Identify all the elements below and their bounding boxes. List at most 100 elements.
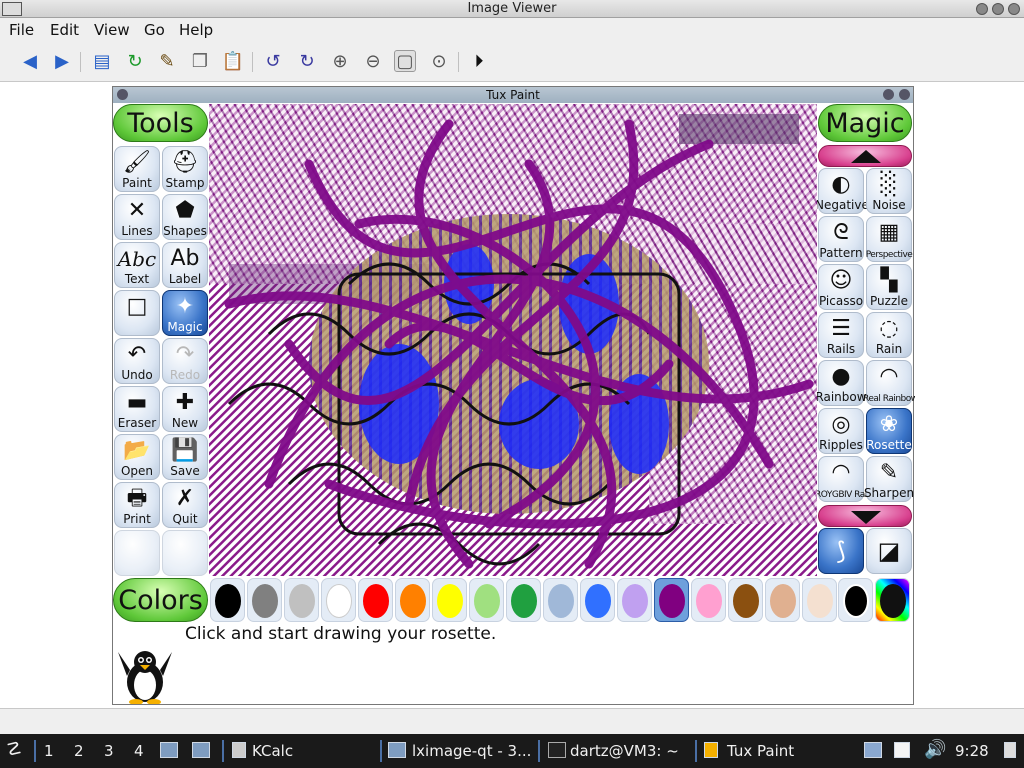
- color-swatch[interactable]: [469, 578, 504, 622]
- maximize-button[interactable]: [992, 3, 1004, 15]
- edit-icon[interactable]: ✎: [156, 50, 178, 72]
- color-swatch[interactable]: [210, 578, 245, 622]
- tool-lines-button[interactable]: ✕ Lines: [114, 194, 160, 240]
- color-dot: [696, 584, 722, 618]
- rainbow-color-dot: [880, 584, 906, 618]
- tool-save-button[interactable]: 💾 Save: [162, 434, 208, 480]
- magic-mode-paint-button[interactable]: ⟆: [818, 528, 864, 574]
- color-swatch[interactable]: [432, 578, 467, 622]
- magic-real-rainbow-button[interactable]: ◠ Real Rainbow: [863, 360, 915, 406]
- network-icon[interactable]: [864, 742, 882, 758]
- menu-file[interactable]: File: [9, 21, 34, 39]
- start-menu-icon[interactable]: ☡: [6, 739, 22, 760]
- color-swatch[interactable]: [543, 578, 578, 622]
- magic-ripples-button[interactable]: ◎ Ripples: [818, 408, 864, 454]
- magic-scroll-down-button[interactable]: [818, 505, 912, 527]
- rotate-ccw-icon[interactable]: ↺: [262, 50, 284, 72]
- zoom-in-icon[interactable]: ⊕: [329, 50, 351, 72]
- task-kcalc[interactable]: KCalc: [252, 742, 293, 760]
- original-size-icon[interactable]: ▢: [394, 50, 416, 72]
- color-swatch[interactable]: [691, 578, 726, 622]
- forward-arrow-icon[interactable]: ▶: [51, 50, 73, 72]
- rotate-cw-icon[interactable]: ↻: [296, 50, 318, 72]
- tool-open-button[interactable]: 📂 Open: [114, 434, 160, 480]
- color-picker-button[interactable]: [838, 578, 873, 622]
- tool-fill-button[interactable]: □: [114, 290, 160, 336]
- zoom-out-icon[interactable]: ⊖: [362, 50, 384, 72]
- tool-magic-button[interactable]: ✦ Magic: [162, 290, 208, 336]
- color-swatch[interactable]: [247, 578, 282, 622]
- color-swatch[interactable]: [617, 578, 652, 622]
- desktop-1[interactable]: 1: [44, 742, 54, 760]
- drawing-canvas[interactable]: [209, 104, 817, 576]
- color-swatch[interactable]: [506, 578, 541, 622]
- reload-icon[interactable]: ↻: [124, 50, 146, 72]
- tool-quit-button[interactable]: ✗ Quit: [162, 482, 208, 528]
- task-tuxpaint[interactable]: Tux Paint: [727, 742, 794, 760]
- tool-text-button[interactable]: Abc Text: [114, 242, 160, 288]
- magic-scroll-up-button[interactable]: [818, 145, 912, 167]
- open-icon[interactable]: ▤: [91, 50, 113, 72]
- menu-edit[interactable]: Edit: [50, 21, 79, 39]
- tool-print-button[interactable]: 🖶 Print: [114, 482, 160, 528]
- menu-go[interactable]: Go: [144, 21, 165, 39]
- magic-mode-fullscreen-button[interactable]: ◪: [866, 528, 912, 574]
- toolbar-separator: [80, 52, 81, 72]
- tool-stamp-button[interactable]: ⛑ Stamp: [162, 146, 208, 192]
- tool-label: Label: [168, 272, 202, 286]
- picasso-icon: ☺: [829, 268, 853, 293]
- show-desktop-icon[interactable]: [1004, 742, 1016, 758]
- magic-negative-button[interactable]: ◐ Negative: [815, 168, 867, 214]
- zoom-fit-icon[interactable]: ⊙: [428, 50, 450, 72]
- color-swatch[interactable]: [728, 578, 763, 622]
- clock[interactable]: 9:28: [955, 742, 989, 760]
- tool-new-button[interactable]: ✚ New: [162, 386, 208, 432]
- color-swatch[interactable]: [802, 578, 837, 622]
- magic-roygbiv-rainbow-button[interactable]: ◠ ROYGBIV Rainbow: [815, 456, 867, 502]
- clipboard-icon[interactable]: [894, 742, 910, 758]
- color-swatch[interactable]: [654, 578, 689, 622]
- desktop-3[interactable]: 3: [104, 742, 114, 760]
- tool-label-button[interactable]: Ab Label: [162, 242, 208, 288]
- slideshow-icon[interactable]: ⏵: [468, 50, 490, 72]
- color-swatch[interactable]: [395, 578, 430, 622]
- desktop-4[interactable]: 4: [134, 742, 144, 760]
- color-swatch[interactable]: [765, 578, 800, 622]
- color-swatch[interactable]: [580, 578, 615, 622]
- magic-perspective-button[interactable]: ▦ Perspective: [866, 216, 913, 262]
- magic-icon: ✦: [175, 294, 195, 319]
- magic-sharpen-button[interactable]: ✎ Sharpen: [864, 456, 914, 502]
- copy-icon[interactable]: ❐: [189, 50, 211, 72]
- magic-noise-button[interactable]: ░ Noise: [866, 168, 912, 214]
- color-swatch[interactable]: [358, 578, 393, 622]
- magic-rain-button[interactable]: ◌ Rain: [866, 312, 912, 358]
- print-icon: 🖶: [126, 486, 148, 511]
- desktop-2[interactable]: 2: [74, 742, 84, 760]
- back-arrow-icon[interactable]: ◀: [19, 50, 41, 72]
- magic-rails-button[interactable]: ☰ Rails: [818, 312, 864, 358]
- file-manager-icon[interactable]: [160, 742, 178, 758]
- task-terminal[interactable]: dartz@VM3: ~: [570, 742, 679, 760]
- paste-icon[interactable]: 📋: [222, 50, 244, 72]
- tool-paint-button[interactable]: 🖌 Paint: [114, 146, 160, 192]
- magic-pattern-button[interactable]: ᘓ Pattern: [818, 216, 864, 262]
- rainbow-color-button[interactable]: [875, 578, 910, 622]
- magic-rosette-button[interactable]: ❀ Rosette: [866, 408, 912, 454]
- menu-help[interactable]: Help: [179, 21, 213, 39]
- color-swatch[interactable]: [321, 578, 356, 622]
- tool-shapes-button[interactable]: ⬟ Shapes: [162, 194, 208, 240]
- tool-eraser-button[interactable]: ▬ Eraser: [114, 386, 160, 432]
- tool-label: Paint: [122, 176, 152, 190]
- task-lximage[interactable]: lximage-qt - 3...: [412, 742, 531, 760]
- minimize-button[interactable]: [976, 3, 988, 15]
- magic-rainbow-button[interactable]: ● Rainbow: [815, 360, 867, 406]
- color-swatch[interactable]: [284, 578, 319, 622]
- tool-undo-button[interactable]: ↶ Undo: [114, 338, 160, 384]
- menu-view[interactable]: View: [94, 21, 130, 39]
- magic-puzzle-button[interactable]: ▚ Puzzle: [866, 264, 912, 310]
- close-button[interactable]: [1008, 3, 1020, 15]
- magic-picasso-button[interactable]: ☺ Picasso: [818, 264, 864, 310]
- image-viewer-icon[interactable]: [192, 742, 210, 758]
- volume-icon[interactable]: 🔊: [924, 739, 946, 760]
- tool-redo-button[interactable]: ↷ Redo: [162, 338, 208, 384]
